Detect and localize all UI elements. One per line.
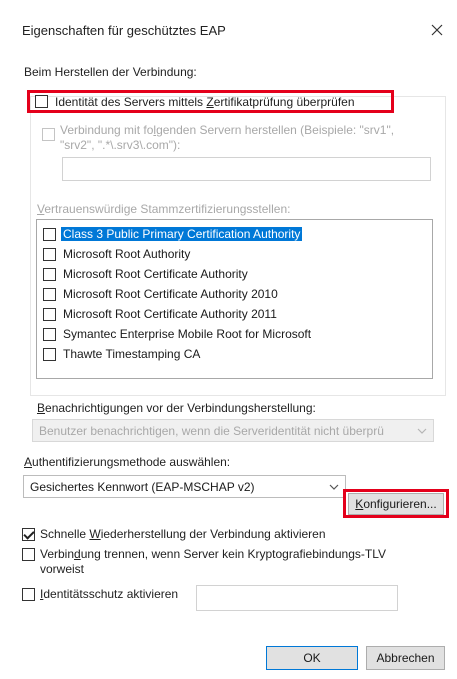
disconnect-tlv-checkbox[interactable] [22, 548, 35, 561]
dialog-title: Eigenschaften für geschütztes EAP [22, 23, 226, 38]
auth-method-label: Authentifizierungsmethode auswählen: [24, 455, 231, 469]
close-button[interactable] [424, 17, 450, 43]
cert-checkbox[interactable] [43, 328, 56, 341]
cancel-button[interactable]: Abbrechen [366, 646, 445, 670]
trusted-ca-label: Vertrauenswürdige Stammzertifizierungsst… [37, 202, 291, 216]
ok-button-label: OK [303, 651, 321, 665]
cert-label: Thawte Timestamping CA [63, 347, 201, 361]
chevron-down-icon [329, 484, 339, 490]
cert-checkbox[interactable] [43, 288, 56, 301]
cancel-button-label: Abbrechen [376, 651, 435, 665]
cert-label: Microsoft Root Certificate Authority [63, 267, 248, 281]
notifications-label: Benachrichtigungen vor der Verbindungshe… [37, 401, 316, 415]
cert-label: Microsoft Root Certificate Authority 201… [63, 287, 278, 301]
servers-input[interactable] [62, 157, 431, 181]
cert-item[interactable]: Microsoft Root Authority [37, 244, 432, 264]
connection-heading: Beim Herstellen der Verbindung: [24, 65, 197, 79]
connect-servers-checkbox[interactable] [42, 128, 55, 141]
cert-item[interactable]: Class 3 Public Primary Certification Aut… [37, 224, 432, 244]
disconnect-tlv-label-line1[interactable]: Verbindung trennen, wenn Server kein Kry… [40, 547, 386, 561]
disconnect-tlv-label-line2: vorweist [40, 562, 85, 576]
cert-item[interactable]: Microsoft Root Certificate Authority 201… [37, 284, 432, 304]
cert-item[interactable]: Microsoft Root Certificate Authority [37, 264, 432, 284]
chevron-down-icon [417, 428, 427, 434]
cert-checkbox[interactable] [43, 348, 56, 361]
connect-servers-label-line2: "srv2", ".*\.srv3\.com"): [60, 138, 181, 152]
cert-checkbox[interactable] [43, 268, 56, 281]
auth-method-select[interactable]: Gesichertes Kennwort (EAP-MSCHAP v2) [23, 475, 346, 498]
cert-checkbox[interactable] [43, 308, 56, 321]
configure-button-label: Konfigurieren... [355, 497, 437, 511]
configure-button[interactable]: Konfigurieren... [348, 493, 444, 515]
cert-label: Microsoft Root Certificate Authority 201… [63, 307, 277, 321]
ok-button[interactable]: OK [266, 646, 358, 670]
cert-checkbox[interactable] [43, 228, 56, 241]
peap-properties-dialog: Eigenschaften für geschütztes EAP Beim H… [0, 0, 457, 679]
close-icon [431, 24, 443, 36]
cert-label: Symantec Enterprise Mobile Root for Micr… [63, 327, 312, 341]
cert-checkbox[interactable] [43, 248, 56, 261]
verify-identity-checkbox[interactable] [35, 95, 48, 108]
fast-reconnect-checkbox[interactable] [22, 528, 35, 541]
identity-privacy-input[interactable] [196, 585, 398, 611]
connect-servers-label-line1: Verbindung mit folgenden Servern herstel… [60, 123, 395, 137]
title-bar: Eigenschaften für geschütztes EAP [0, 0, 457, 46]
auth-method-select-value: Gesichertes Kennwort (EAP-MSCHAP v2) [30, 480, 255, 494]
fast-reconnect-label[interactable]: Schnelle Wiederherstellung der Verbindun… [40, 527, 326, 541]
identity-privacy-checkbox[interactable] [22, 588, 35, 601]
verify-identity-label[interactable]: Identität des Servers mittels Zertifikat… [55, 95, 355, 109]
notifications-select[interactable]: Benutzer benachrichtigen, wenn die Serve… [32, 419, 434, 442]
trusted-ca-list[interactable]: Class 3 Public Primary Certification Aut… [36, 219, 433, 379]
cert-label: Microsoft Root Authority [63, 247, 191, 261]
cert-item[interactable]: Microsoft Root Certificate Authority 201… [37, 304, 432, 324]
cert-item[interactable]: Symantec Enterprise Mobile Root for Micr… [37, 324, 432, 344]
notifications-select-value: Benutzer benachrichtigen, wenn die Serve… [39, 424, 384, 438]
cert-item[interactable]: Thawte Timestamping CA [37, 344, 432, 364]
identity-privacy-label[interactable]: Identitätsschutz aktivieren [40, 587, 178, 601]
cert-label: Class 3 Public Primary Certification Aut… [61, 227, 303, 241]
